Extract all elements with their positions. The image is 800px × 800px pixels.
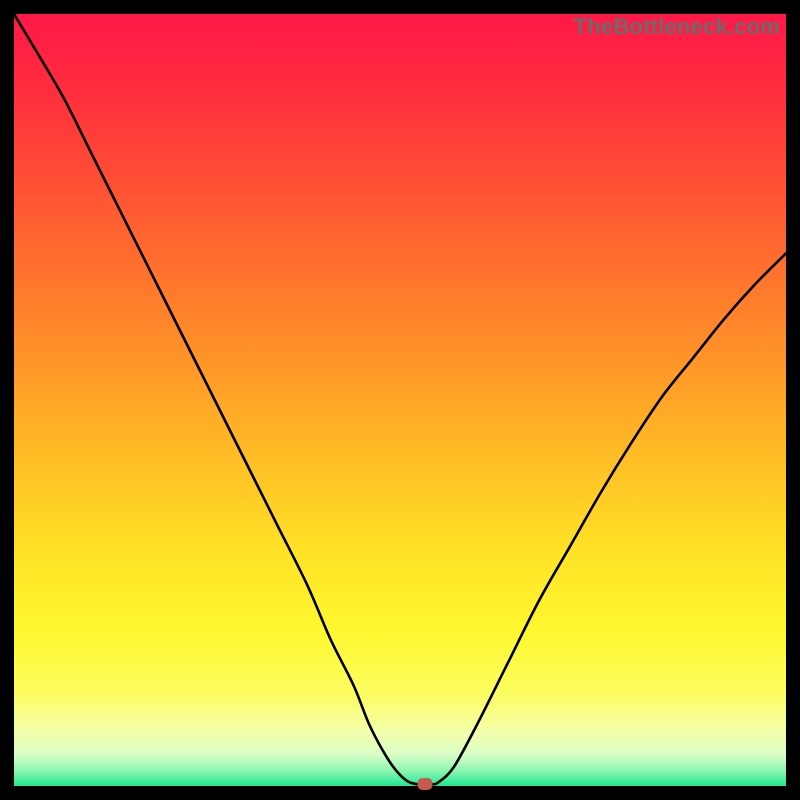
curve-path: [14, 14, 786, 785]
chart-frame: TheBottleneck.com: [0, 0, 800, 800]
optimum-marker: [418, 778, 433, 790]
bottleneck-curve: [14, 14, 786, 786]
watermark-text: TheBottleneck.com: [574, 14, 780, 40]
plot-area: TheBottleneck.com: [14, 14, 786, 786]
